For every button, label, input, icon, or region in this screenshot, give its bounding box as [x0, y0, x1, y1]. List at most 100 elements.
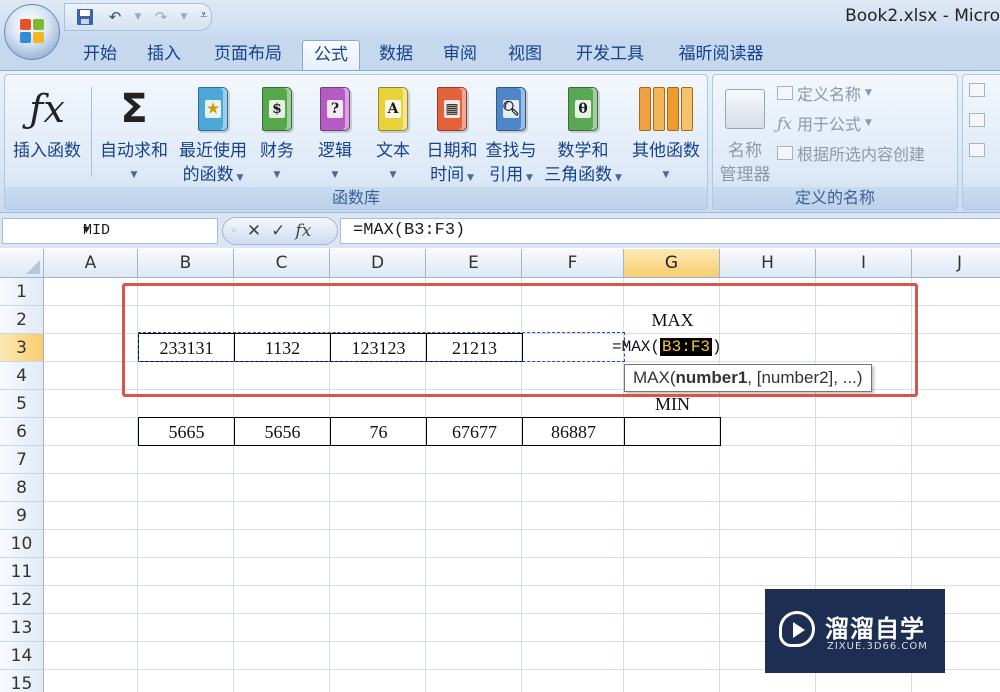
- formula-auditing-label: [963, 187, 1000, 209]
- function-library-group: ƒx 插入函数 Σ 自动求和 ▼ ★ 最近使用 的函数 ▼ $ 财务 ▼ ? 逻…: [4, 74, 708, 210]
- redo-icon[interactable]: ↷: [149, 6, 173, 28]
- define-name-button[interactable]: 定义名称 ▼: [777, 81, 872, 105]
- create-from-selection-button[interactable]: 根据所选内容创建: [777, 141, 925, 165]
- select-all-corner[interactable]: [0, 249, 44, 278]
- row-header-4[interactable]: 4: [0, 362, 44, 390]
- cell-g6[interactable]: [624, 417, 721, 446]
- fx-icon: ƒx: [29, 87, 65, 131]
- more-functions-button[interactable]: 其他函数 ▼: [627, 79, 705, 187]
- trace-dependents-icon: [969, 113, 985, 127]
- sigma-icon: Σ: [120, 86, 148, 132]
- text-book-icon: A: [378, 87, 408, 131]
- financial-book-icon: $: [262, 87, 292, 131]
- name-manager-icon: [715, 79, 775, 139]
- name-box[interactable]: MID ▼: [2, 218, 218, 244]
- row-header-10[interactable]: 10: [0, 530, 44, 558]
- office-button[interactable]: [4, 4, 60, 60]
- row-header-12[interactable]: 12: [0, 586, 44, 614]
- cell-b6[interactable]: 5665: [138, 417, 235, 446]
- create-from-selection-icon: [777, 146, 793, 160]
- use-in-formula-button[interactable]: ƒx 用于公式 ▼: [777, 111, 872, 135]
- financial-button[interactable]: $ 财务 ▼: [253, 79, 301, 187]
- row-header-11[interactable]: 11: [0, 558, 44, 586]
- column-header-g[interactable]: G: [624, 249, 720, 278]
- insert-function-icon[interactable]: fx: [295, 221, 311, 241]
- column-header-h[interactable]: H: [720, 249, 816, 278]
- row-header-1[interactable]: 1: [0, 278, 44, 306]
- column-header-d[interactable]: D: [330, 249, 426, 278]
- trace-precedents-button[interactable]: [969, 83, 985, 97]
- tab-formulas[interactable]: 公式: [302, 40, 360, 70]
- gridline-horizontal: [44, 501, 1000, 502]
- formula-auditing-group: [962, 74, 1000, 210]
- column-header-i[interactable]: I: [816, 249, 912, 278]
- logical-button[interactable]: ? 逻辑 ▼: [311, 79, 359, 187]
- lookup-reference-button[interactable]: 🔍︎ 查找与 引用 ▼: [481, 79, 541, 190]
- row-header-7[interactable]: 7: [0, 446, 44, 474]
- autosum-button[interactable]: Σ 自动求和 ▼: [95, 79, 173, 187]
- remove-arrows-button[interactable]: [969, 143, 985, 157]
- dropdown-arrow-icon: ▼: [662, 170, 670, 180]
- row-header-5[interactable]: 5: [0, 390, 44, 418]
- watermark: 溜溜自学 ZIXUE.3D66.COM: [765, 589, 945, 673]
- customize-qat-icon[interactable]: ⩡: [200, 8, 207, 23]
- ribbon-separator: [91, 87, 92, 177]
- dropdown-arrow-icon: ▼: [523, 173, 533, 183]
- trace-dependents-button[interactable]: [969, 113, 985, 127]
- formula-input[interactable]: =MAX(B3:F3): [340, 218, 1000, 244]
- enter-check-icon[interactable]: ✓: [271, 221, 285, 241]
- undo-dropdown-icon[interactable]: ▼: [133, 6, 143, 28]
- undo-icon[interactable]: ↶: [103, 6, 127, 28]
- row-header-2[interactable]: 2: [0, 306, 44, 334]
- insert-function-button[interactable]: ƒx 插入函数: [7, 79, 87, 163]
- save-icon[interactable]: [73, 6, 97, 28]
- collapse-handle-icon[interactable]: ◦: [231, 226, 237, 237]
- row-header-8[interactable]: 8: [0, 474, 44, 502]
- text-button[interactable]: A 文本 ▼: [369, 79, 417, 187]
- column-header-e[interactable]: E: [426, 249, 522, 278]
- calendar-book-icon: ▦: [437, 87, 467, 131]
- column-header-f[interactable]: F: [522, 249, 624, 278]
- highlight-frame: [122, 283, 918, 397]
- row-header-15[interactable]: 15: [0, 670, 44, 692]
- tab-insert[interactable]: 插入: [136, 40, 192, 70]
- column-header-a[interactable]: A: [44, 249, 138, 278]
- math-trig-button[interactable]: θ 数学和 三角函数 ▼: [541, 79, 625, 190]
- tab-page-layout[interactable]: 页面布局: [202, 40, 294, 70]
- formula-tools: ◦ ✕ ✓ fx: [222, 217, 338, 245]
- row-header-9[interactable]: 9: [0, 502, 44, 530]
- cell-e6[interactable]: 67677: [426, 417, 523, 446]
- tab-review[interactable]: 审阅: [432, 40, 488, 70]
- gridline-horizontal: [44, 529, 1000, 530]
- window-title: Book2.xlsx - Micro: [845, 6, 1000, 26]
- watermark-title: 溜溜自学: [825, 615, 925, 643]
- cancel-icon[interactable]: ✕: [247, 221, 261, 241]
- column-header-j[interactable]: J: [912, 249, 1000, 278]
- defined-names-group: 名称 管理器 定义名称 ▼ ƒx 用于公式 ▼ 根据所选内容创建 定义的名称: [712, 74, 958, 210]
- column-header-b[interactable]: B: [138, 249, 234, 278]
- cell-f6[interactable]: 86887: [522, 417, 625, 446]
- tab-view[interactable]: 视图: [496, 40, 554, 70]
- date-time-button[interactable]: ▦ 日期和 时间 ▼: [423, 79, 481, 190]
- cell-d6[interactable]: 76: [330, 417, 427, 446]
- row-header-6[interactable]: 6: [0, 418, 44, 446]
- magnifier-book-icon: 🔍︎: [496, 87, 526, 131]
- chevron-down-icon[interactable]: ▼: [83, 219, 211, 243]
- tab-data[interactable]: 数据: [368, 40, 424, 70]
- row-header-13[interactable]: 13: [0, 614, 44, 642]
- theta-book-icon: θ: [568, 87, 598, 131]
- tab-home[interactable]: 开始: [72, 40, 128, 70]
- row-header-3[interactable]: 3: [0, 334, 44, 362]
- tab-developer[interactable]: 开发工具: [562, 40, 658, 70]
- logical-book-icon: ?: [320, 87, 350, 131]
- row-header-14[interactable]: 14: [0, 642, 44, 670]
- redo-dropdown-icon[interactable]: ▼: [179, 6, 189, 28]
- name-manager-button[interactable]: 名称 管理器: [715, 79, 775, 187]
- gridline-horizontal: [44, 585, 1000, 586]
- dropdown-arrow-icon: ▼: [233, 173, 244, 183]
- recently-used-button[interactable]: ★ 最近使用 的函数 ▼: [173, 79, 253, 190]
- tab-foxit-reader[interactable]: 福昕阅读器: [666, 40, 776, 70]
- star-book-icon: ★: [198, 87, 228, 131]
- column-header-c[interactable]: C: [234, 249, 330, 278]
- cell-c6[interactable]: 5656: [234, 417, 331, 446]
